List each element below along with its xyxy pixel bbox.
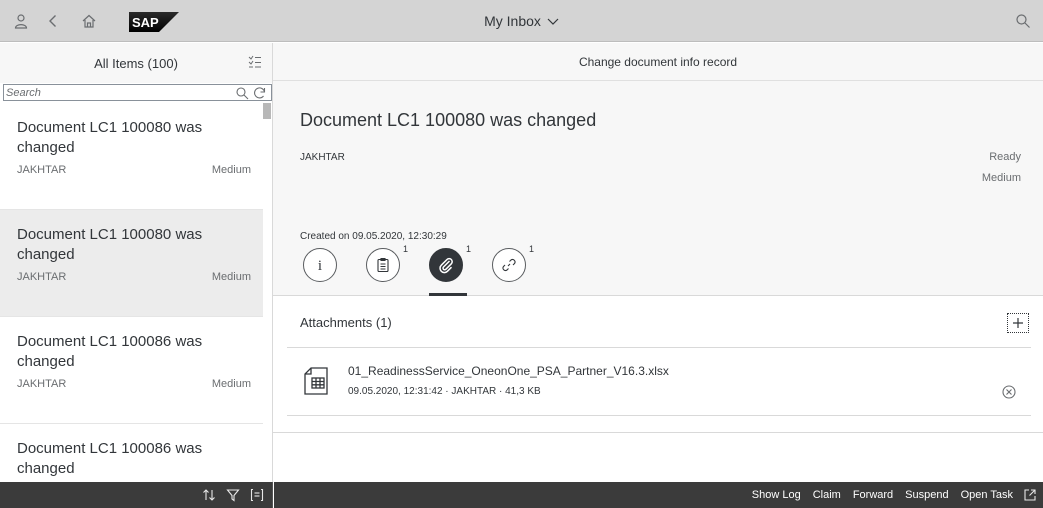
add-icon — [1013, 317, 1023, 328]
refresh-icon[interactable] — [253, 86, 267, 100]
claim-button[interactable]: Claim — [807, 489, 847, 501]
home-icon[interactable] — [74, 0, 104, 42]
item-priority: Medium — [211, 378, 251, 390]
spreadsheet-file-icon — [304, 367, 328, 395]
tab-notes[interactable]: 1 — [366, 244, 408, 282]
open-task-button[interactable]: Open Task — [955, 489, 1019, 501]
status-badge: Ready — [989, 151, 1021, 163]
forward-button[interactable]: Forward — [847, 489, 899, 501]
list-item[interactable]: Document LC1 100086 was changed JAKHTAR … — [0, 317, 263, 424]
chevron-down-icon — [547, 18, 559, 25]
item-priority: Medium — [211, 164, 251, 176]
detail-footer-toolbar: Show Log Claim Forward Suspend Open Task — [274, 482, 1043, 508]
master-footer — [0, 482, 273, 508]
master-list-pane: All Items (100) Document LC1 100080 was … — [0, 43, 273, 482]
item-creator: JAKHTAR — [17, 378, 67, 390]
list-item-selected[interactable]: Document LC1 100080 was changed JAKHTAR … — [0, 210, 263, 317]
paperclip-icon — [439, 257, 453, 274]
priority-label: Medium — [981, 172, 1021, 184]
multi-select-icon[interactable] — [248, 55, 262, 69]
item-title: Document LC1 100080 was changed — [17, 119, 203, 156]
show-log-button[interactable]: Show Log — [746, 489, 807, 501]
notes-icon — [377, 257, 389, 273]
attachment-file-name[interactable]: 01_ReadinessService_OneonOne_PSA_Partner… — [348, 364, 669, 378]
app-title: My Inbox — [484, 13, 541, 29]
item-creator: JAKHTAR — [17, 164, 67, 176]
attachments-section: Attachments (1) 01_ReadinessService_Oneo… — [287, 298, 1031, 416]
delete-attachment-icon[interactable] — [1001, 384, 1017, 400]
tab-links[interactable]: 1 — [492, 244, 534, 282]
detail-header-title: Change document info record — [578, 54, 738, 69]
search-icon[interactable] — [1008, 0, 1038, 42]
attachments-count: 1 — [466, 244, 472, 254]
sap-logo-text: SAP — [132, 15, 159, 30]
share-icon[interactable] — [1023, 488, 1037, 502]
back-icon[interactable] — [38, 0, 68, 42]
section-divider — [273, 432, 1043, 433]
detail-pane: Change document info record Document LC1… — [273, 43, 1043, 482]
task-title: Document LC1 100080 was changed — [300, 110, 597, 130]
item-title: Document LC1 100086 was changed — [17, 333, 203, 370]
item-title: Document LC1 100086 was changed — [17, 440, 203, 477]
sap-logo[interactable]: SAP — [129, 12, 179, 32]
tab-info[interactable]: i — [303, 248, 337, 282]
scrollbar-thumb[interactable] — [263, 103, 271, 119]
list-item[interactable]: Document LC1 100080 was changed JAKHTAR … — [0, 103, 263, 210]
search-icon[interactable] — [235, 86, 249, 100]
info-icon: i — [318, 258, 322, 274]
search-field[interactable] — [3, 84, 272, 101]
inbox-title-menu[interactable]: My Inbox — [484, 13, 559, 29]
search-input[interactable] — [4, 85, 235, 100]
attachments-header: Attachments (1) — [287, 298, 1031, 348]
suspend-button[interactable]: Suspend — [899, 489, 954, 501]
item-creator: JAKHTAR — [17, 271, 67, 283]
active-tab-indicator — [429, 293, 467, 296]
user-icon[interactable] — [6, 0, 36, 42]
link-icon — [502, 258, 516, 272]
list-item[interactable]: Document LC1 100086 was changed — [0, 424, 263, 482]
attachment-row[interactable]: 01_ReadinessService_OneonOne_PSA_Partner… — [287, 348, 1031, 416]
add-attachment-button[interactable] — [1007, 312, 1029, 333]
sort-icon[interactable] — [202, 488, 216, 502]
item-title: Document LC1 100080 was changed — [17, 226, 203, 263]
attachment-info: 09.05.2020, 12:31:42 · JAKHTAR · 41,3 KB — [348, 386, 541, 397]
item-priority: Medium — [211, 271, 251, 283]
master-header: All Items (100) — [0, 43, 272, 83]
tab-attachments[interactable]: 1 — [429, 244, 471, 282]
list-scrollbar[interactable] — [263, 103, 272, 482]
all-items-count: All Items (100) — [94, 55, 178, 71]
created-on: Created on 09.05.2020, 12:30:29 — [300, 231, 447, 242]
task-creator: JAKHTAR — [300, 152, 345, 163]
task-list: Document LC1 100080 was changed JAKHTAR … — [0, 103, 263, 482]
svg-text:i: i — [318, 258, 322, 274]
detail-header: Change document info record — [273, 43, 1043, 81]
notes-count: 1 — [403, 244, 409, 254]
links-count: 1 — [529, 244, 535, 254]
group-icon[interactable] — [250, 488, 264, 502]
attachments-title: Attachments (1) — [300, 315, 392, 330]
shell-bar: SAP My Inbox — [0, 0, 1043, 42]
filter-icon[interactable] — [226, 488, 240, 502]
